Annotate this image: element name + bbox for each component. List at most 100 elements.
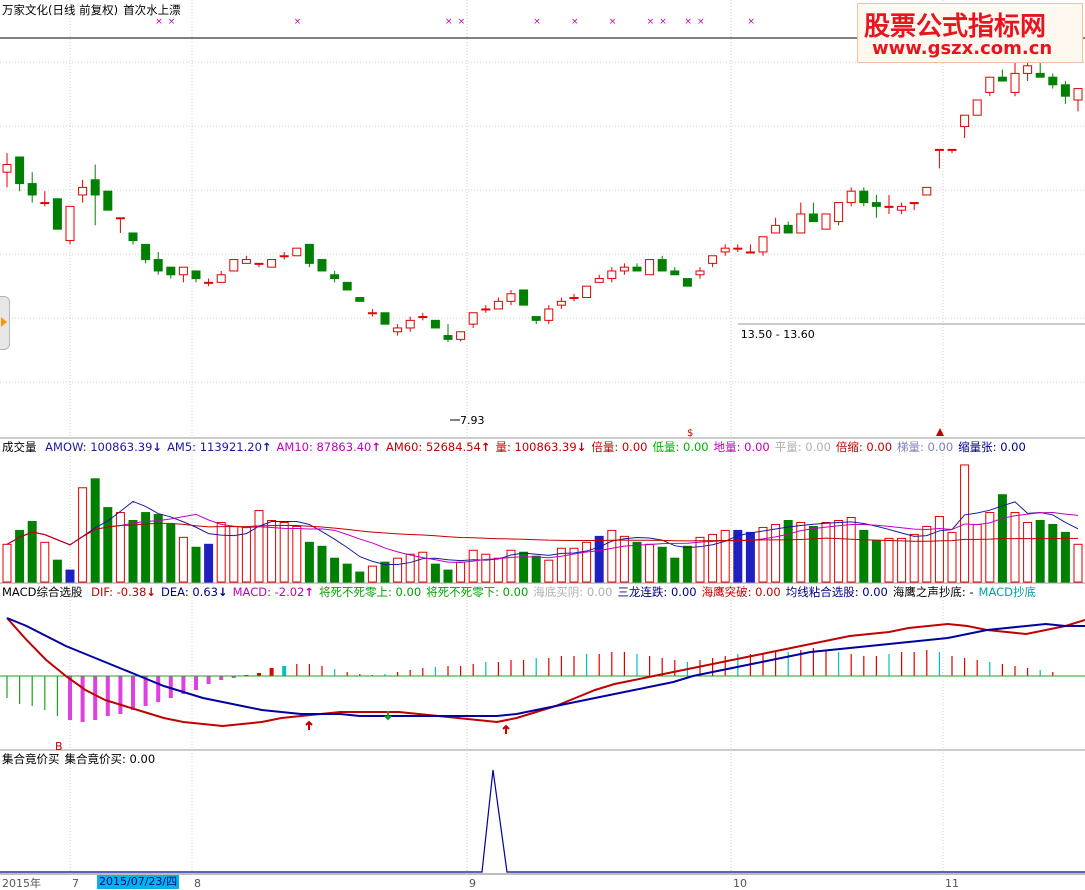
macd-histogram-bar [623, 652, 625, 676]
candle-body [985, 76, 995, 93]
macd-header-item: MACD: -2.02 [233, 585, 314, 599]
volume-bar [808, 525, 818, 583]
candle-body [468, 312, 478, 325]
candle-body [1073, 88, 1083, 101]
candle-body [708, 255, 718, 264]
candle-body [745, 251, 755, 254]
candle-body [153, 259, 163, 272]
volume-bar [720, 529, 730, 583]
candle-body [1048, 76, 1058, 86]
macd-histogram-bar [560, 656, 562, 676]
volume-bar [544, 559, 554, 583]
volume-bar [27, 520, 37, 583]
candle-body [493, 300, 503, 310]
volume-bar [758, 526, 768, 583]
macd-histogram-bar [282, 666, 287, 676]
signal-cross-marker: × [294, 17, 302, 27]
candle-body [393, 327, 403, 333]
volume-bar [1060, 531, 1070, 583]
volume-bar [846, 517, 856, 583]
candle-body [682, 278, 692, 287]
candle-body [808, 213, 818, 223]
macd-histogram-bar [447, 666, 449, 676]
macd-header-item: 三龙连跌: 0.00 [617, 585, 697, 599]
volume-header-item: 梯量: 0.00 [897, 440, 954, 454]
macd-header-item: 将死不死零下: 0.00 [426, 585, 529, 599]
volume-bar [771, 523, 781, 583]
macd-indicator-name[interactable]: MACD综合选股 [2, 585, 82, 599]
macd-histogram-bar [989, 662, 991, 676]
candle-body [78, 186, 88, 196]
candle-body [859, 190, 869, 204]
candle-body [292, 247, 302, 257]
volume-bar [670, 557, 680, 583]
candle-body [1035, 72, 1045, 78]
macd-histogram-bar [523, 660, 525, 676]
macd-up-arrow [305, 720, 313, 730]
volume-bar [317, 545, 327, 583]
volume-bar [355, 571, 365, 583]
candle-body [632, 266, 642, 272]
macd-dif-line [6, 617, 1085, 728]
candle-body [871, 202, 881, 207]
volume-bar [871, 539, 881, 583]
volume-bar [380, 561, 390, 583]
volume-bar [292, 525, 302, 583]
macd-histogram-bar [548, 658, 550, 676]
candle-body [1010, 72, 1020, 93]
candle-body [645, 259, 655, 276]
candle-body [52, 198, 62, 230]
candle-body [2, 164, 12, 173]
volume-bar [934, 516, 944, 583]
candle-body [430, 319, 440, 329]
axis-month-tick: 9 [469, 877, 476, 890]
volume-bar [897, 537, 907, 583]
macd-histogram-bar [913, 652, 915, 676]
volume-bar [947, 531, 957, 583]
volume-bar [216, 521, 226, 583]
macd-histogram-bar [497, 662, 499, 676]
volume-bar [481, 553, 491, 583]
volume-header-item: AM60: 52684.54 [386, 440, 490, 454]
macd-histogram-bar [44, 676, 46, 710]
volume-bar [367, 565, 377, 583]
macd-histogram-bar [850, 654, 852, 676]
macd-histogram-bar [56, 676, 58, 716]
auction-indicator-name[interactable]: 集合竟价买 [2, 752, 60, 766]
signal-cross-marker: × [659, 17, 667, 27]
candle-body [15, 156, 25, 185]
candle-body [1060, 84, 1070, 97]
volume-bar [254, 510, 264, 583]
macd-header-item: MACD抄底 [978, 585, 1037, 599]
volume-bar [695, 536, 705, 583]
candle-body [254, 262, 264, 265]
candle-body [695, 270, 705, 276]
macd-histogram-bar [460, 666, 462, 676]
volume-bar [52, 559, 62, 583]
volume-bar [304, 541, 314, 583]
side-panel-toggle[interactable] [0, 296, 10, 350]
volume-bar [330, 557, 340, 583]
macd-histogram-bar [825, 650, 827, 676]
volume-bar [972, 523, 982, 583]
macd-histogram-bar [346, 672, 348, 676]
candle-body [128, 232, 138, 242]
candle-body [456, 331, 466, 340]
candle-body [65, 205, 75, 242]
volume-bar [645, 543, 655, 583]
macd-histogram-bar [397, 672, 399, 676]
volume-bar [1023, 521, 1033, 583]
volume-indicator-name[interactable]: 成交量 [2, 440, 37, 454]
macd-histogram-bar [863, 656, 865, 676]
volume-bar [443, 569, 453, 583]
macd-header-item: 海底买阴: 0.00 [533, 585, 613, 599]
candle-body [934, 148, 944, 151]
macd-header: MACD综合选股 DIF: -0.38 DEA: 0.63 MACD: -2.02 将… [2, 585, 1041, 599]
macd-histogram-bar [611, 652, 613, 676]
macd-histogram-bar [938, 652, 940, 676]
macd-dea-line [6, 617, 1085, 717]
macd-header-item: 海鹰突破: 0.00 [701, 585, 781, 599]
macd-histogram-bar [156, 676, 161, 702]
macd-histogram-bar [674, 660, 676, 676]
selected-date-label: 2015/07/23/四 [97, 875, 180, 889]
